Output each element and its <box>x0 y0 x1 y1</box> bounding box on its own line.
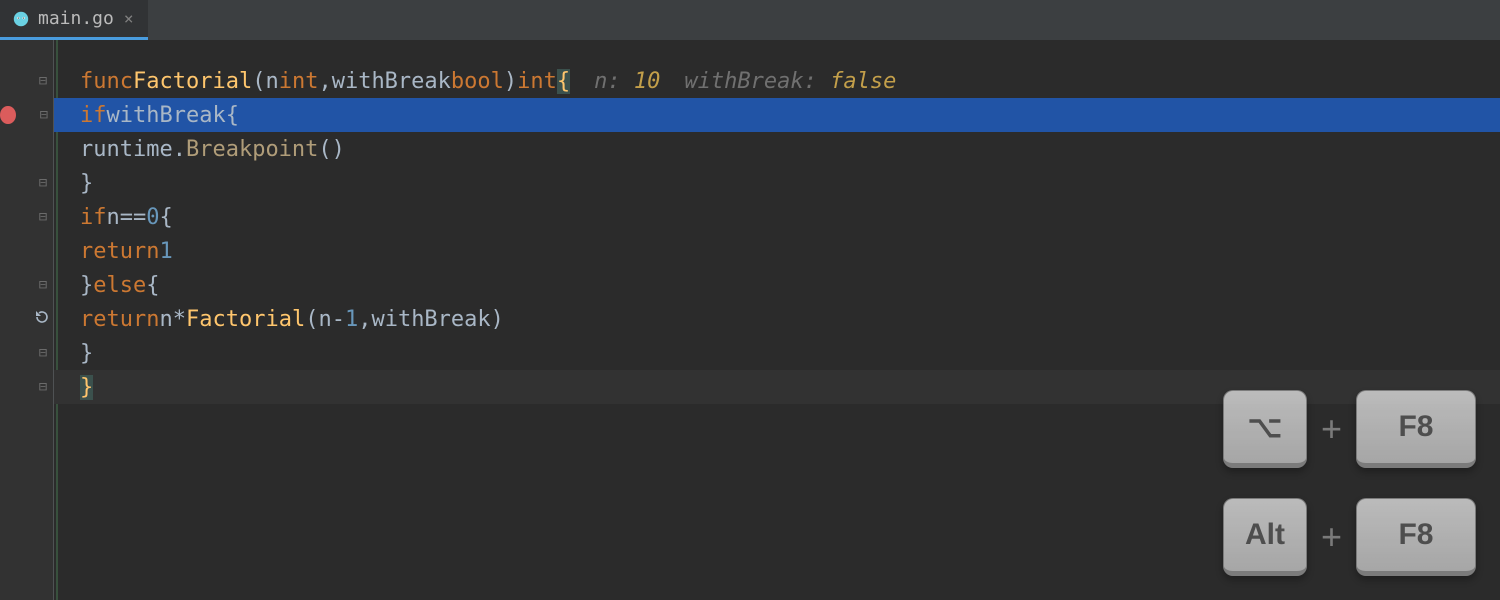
rerun-icon[interactable] <box>34 309 50 329</box>
editor: ⊟ ⊟ ⊟ ⊟ ⊟ ⊟ ⊟ func Factorial(n int, with… <box>0 40 1500 600</box>
code-line[interactable]: } <box>54 166 1500 200</box>
gutter-row[interactable]: ⊟ <box>0 370 54 404</box>
close-tab-icon[interactable]: × <box>122 9 136 28</box>
shortcut-row: ⌥ + F8 <box>1223 390 1476 468</box>
fold-up-icon[interactable]: ⊟ <box>36 345 50 361</box>
shortcut-row: Alt + F8 <box>1223 498 1476 576</box>
code-line[interactable]: runtime.Breakpoint() <box>54 132 1500 166</box>
code-line[interactable]: } else { <box>54 268 1500 302</box>
code-line-current[interactable]: if withBreak { <box>54 98 1500 132</box>
inlay-hint: n: 10 <box>594 69 660 94</box>
ide-window: main.go × ⊟ ⊟ ⊟ ⊟ ⊟ ⊟ ⊟ func Factorial(n <box>0 0 1500 600</box>
gutter-row[interactable]: ⊟ <box>0 166 54 200</box>
gutter-row[interactable]: ⊟ <box>0 200 54 234</box>
gutter-row[interactable] <box>0 234 54 268</box>
code-line[interactable]: } <box>54 336 1500 370</box>
gutter-row[interactable]: ⊟ <box>0 64 54 98</box>
plus-icon: + <box>1317 516 1346 558</box>
fold-icon[interactable]: ⊟ <box>36 209 50 225</box>
gutter-row[interactable] <box>0 302 54 336</box>
fold-up-icon[interactable]: ⊟ <box>36 379 50 395</box>
go-file-icon <box>12 10 30 28</box>
fold-up-icon[interactable]: ⊟ <box>36 277 50 293</box>
code-line[interactable]: if n == 0 { <box>54 200 1500 234</box>
gutter-row[interactable] <box>0 132 54 166</box>
tab-filename: main.go <box>38 8 114 29</box>
fold-icon[interactable]: ⊟ <box>38 107 50 123</box>
shortcut-overlay: ⌥ + F8 Alt + F8 <box>1223 390 1476 576</box>
code-line[interactable]: func Factorial(n int, withBreak bool) in… <box>54 64 1500 98</box>
file-tab-main-go[interactable]: main.go × <box>0 0 148 40</box>
gutter-row-breakpoint[interactable]: ⊟ <box>0 98 54 132</box>
keycap-f8: F8 <box>1356 390 1476 468</box>
gutter-row[interactable]: ⊟ <box>0 336 54 370</box>
gutter[interactable]: ⊟ ⊟ ⊟ ⊟ ⊟ ⊟ ⊟ <box>0 40 54 600</box>
breakpoint-marker[interactable] <box>0 106 16 124</box>
fold-up-icon[interactable]: ⊟ <box>36 175 50 191</box>
keycap-f8: F8 <box>1356 498 1476 576</box>
keycap-alt: Alt <box>1223 498 1307 576</box>
fold-icon[interactable]: ⊟ <box>36 73 50 89</box>
plus-icon: + <box>1317 408 1346 450</box>
code-line[interactable]: return 1 <box>54 234 1500 268</box>
tab-bar: main.go × <box>0 0 1500 40</box>
keycap-option: ⌥ <box>1223 390 1307 468</box>
inlay-hint: withBreak: false <box>684 69 896 94</box>
code-line[interactable]: return n * Factorial(n - 1, withBreak) <box>54 302 1500 336</box>
gutter-row[interactable]: ⊟ <box>0 268 54 302</box>
